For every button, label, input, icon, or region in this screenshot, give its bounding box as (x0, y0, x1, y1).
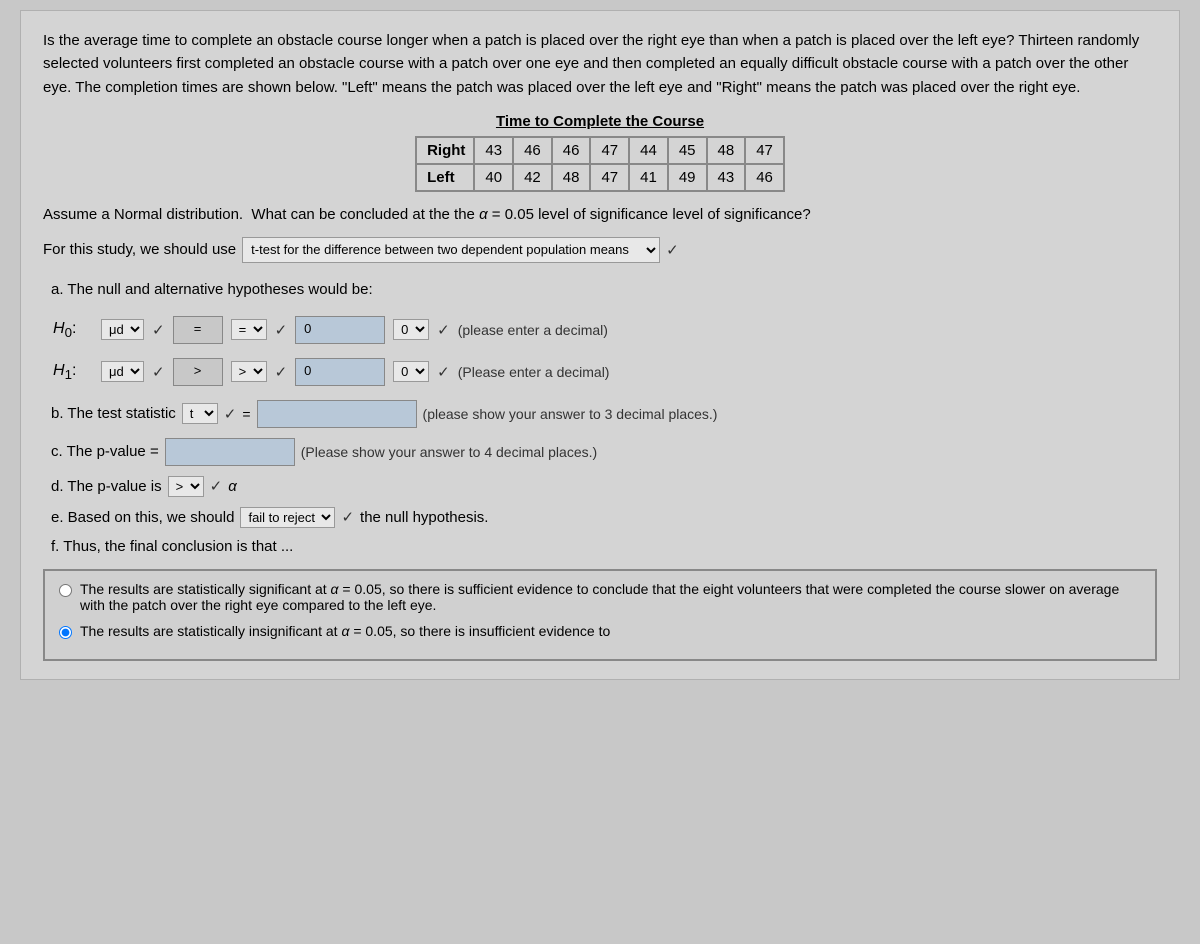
right-val-2: 46 (513, 137, 552, 164)
left-val-4: 47 (590, 164, 629, 191)
h0-dropdown1[interactable]: μd p μ (101, 319, 144, 340)
right-val-3: 46 (552, 137, 591, 164)
h1-symbol-select[interactable]: = > < ≥ ≤ ≠ (231, 361, 267, 382)
h0-value-select[interactable]: 0 1 (393, 319, 429, 340)
left-val-5: 41 (629, 164, 668, 191)
h1-check2: ✓ (275, 363, 288, 381)
h1-value-box: 0 (295, 358, 385, 386)
table-title: Time to Complete the Course (43, 113, 1157, 130)
based-on-row: e. Based on this, we should fail to reje… (51, 507, 1157, 528)
conclusion-text-1: The results are statistically significan… (80, 581, 1141, 613)
study-prefix: For this study, we should use (43, 241, 236, 258)
h1-row: H1: μd p μ ✓ > = > < ≥ ≤ ≠ ✓ 0 0 1 ✓ (Pl… (53, 358, 1157, 386)
h0-hint: (please enter a decimal) (458, 322, 608, 338)
h1-check3: ✓ (437, 363, 450, 381)
test-stat-type-select[interactable]: t z F (182, 403, 218, 424)
right-label: Right (416, 137, 474, 164)
left-val-7: 43 (707, 164, 746, 191)
test-stat-eq: = (242, 406, 250, 422)
alpha-symbol: α (228, 478, 237, 495)
conclusion-option-1: The results are statistically significan… (59, 581, 1141, 613)
h0-check3: ✓ (437, 321, 450, 339)
h0-check2: ✓ (275, 321, 288, 339)
study-row: For this study, we should use t-test for… (43, 237, 1157, 263)
conclusion-radio-1[interactable] (59, 584, 72, 597)
normal-dist-text: Assume a Normal distribution. What can b… (43, 206, 1157, 223)
h0-value-box: 0 (295, 316, 385, 344)
right-val-4: 47 (590, 137, 629, 164)
conclusion-box: The results are statistically significan… (43, 569, 1157, 661)
h1-value-select[interactable]: 0 1 (393, 361, 429, 382)
right-val-7: 48 (707, 137, 746, 164)
h1-check1: ✓ (152, 363, 165, 381)
left-val-6: 49 (668, 164, 707, 191)
h1-hint: (Please enter a decimal) (458, 364, 610, 380)
conclusion-radio-2[interactable] (59, 626, 72, 639)
test-stat-check: ✓ (224, 405, 237, 423)
data-table: Right 43 46 46 47 44 45 48 47 Left 40 42… (415, 136, 785, 192)
intro-text: Is the average time to complete an obsta… (43, 29, 1157, 99)
h1-label: H1: (53, 362, 93, 382)
h0-symbol-select[interactable]: = > < ≥ ≤ ≠ (231, 319, 267, 340)
right-val-1: 43 (474, 137, 513, 164)
right-val-6: 45 (668, 137, 707, 164)
p-value-compare-check: ✓ (210, 477, 223, 495)
right-val-8: 47 (745, 137, 784, 164)
test-stat-hint: (please show your answer to 3 decimal pl… (423, 406, 718, 422)
h1-symbol-box: > (173, 358, 223, 386)
h0-symbol-box: = (173, 316, 223, 344)
table-section: Time to Complete the Course Right 43 46 … (43, 113, 1157, 192)
p-value-hint: (Please show your answer to 4 decimal pl… (301, 444, 597, 460)
p-value-compare-label: d. The p-value is (51, 478, 162, 495)
test-stat-row: b. The test statistic t z F ✓ = (please … (51, 400, 1157, 428)
hypotheses-label: a. The null and alternative hypotheses w… (51, 281, 1157, 298)
test-stat-label: b. The test statistic (51, 405, 176, 422)
left-val-3: 48 (552, 164, 591, 191)
based-on-suffix: the null hypothesis. (360, 509, 488, 526)
right-val-5: 44 (629, 137, 668, 164)
conclusion-label-row: f. Thus, the final conclusion is that ..… (51, 538, 1157, 555)
h0-label: H0: (53, 320, 93, 340)
p-value-label: c. The p-value = (51, 443, 159, 460)
left-val-1: 40 (474, 164, 513, 191)
p-value-input[interactable] (165, 438, 295, 466)
h1-dropdown1[interactable]: μd p μ (101, 361, 144, 382)
based-on-label: e. Based on this, we should (51, 509, 234, 526)
table-row-left: Left 40 42 48 47 41 49 43 46 (416, 164, 784, 191)
main-container: Is the average time to complete an obsta… (20, 10, 1180, 680)
p-value-compare-select[interactable]: > < = (168, 476, 204, 497)
left-val-2: 42 (513, 164, 552, 191)
test-stat-input[interactable] (257, 400, 417, 428)
study-checkmark: ✓ (666, 241, 679, 259)
conclusion-text-2: The results are statistically insignific… (80, 623, 610, 639)
conclusion-option-2: The results are statistically insignific… (59, 623, 1141, 639)
conclusion-label: f. Thus, the final conclusion is that ..… (51, 538, 293, 555)
based-on-check: ✓ (341, 508, 354, 526)
left-val-8: 46 (745, 164, 784, 191)
left-label: Left (416, 164, 474, 191)
table-row-right: Right 43 46 46 47 44 45 48 47 (416, 137, 784, 164)
p-value-compare-row: d. The p-value is > < = ✓ α (51, 476, 1157, 497)
study-select[interactable]: t-test for the difference between two de… (242, 237, 660, 263)
h0-row: H0: μd p μ ✓ = = > < ≥ ≤ ≠ ✓ 0 0 1 ✓ (pl… (53, 316, 1157, 344)
p-value-row: c. The p-value = (Please show your answe… (51, 438, 1157, 466)
based-on-select[interactable]: fail to reject reject accept (240, 507, 335, 528)
h0-check1: ✓ (152, 321, 165, 339)
